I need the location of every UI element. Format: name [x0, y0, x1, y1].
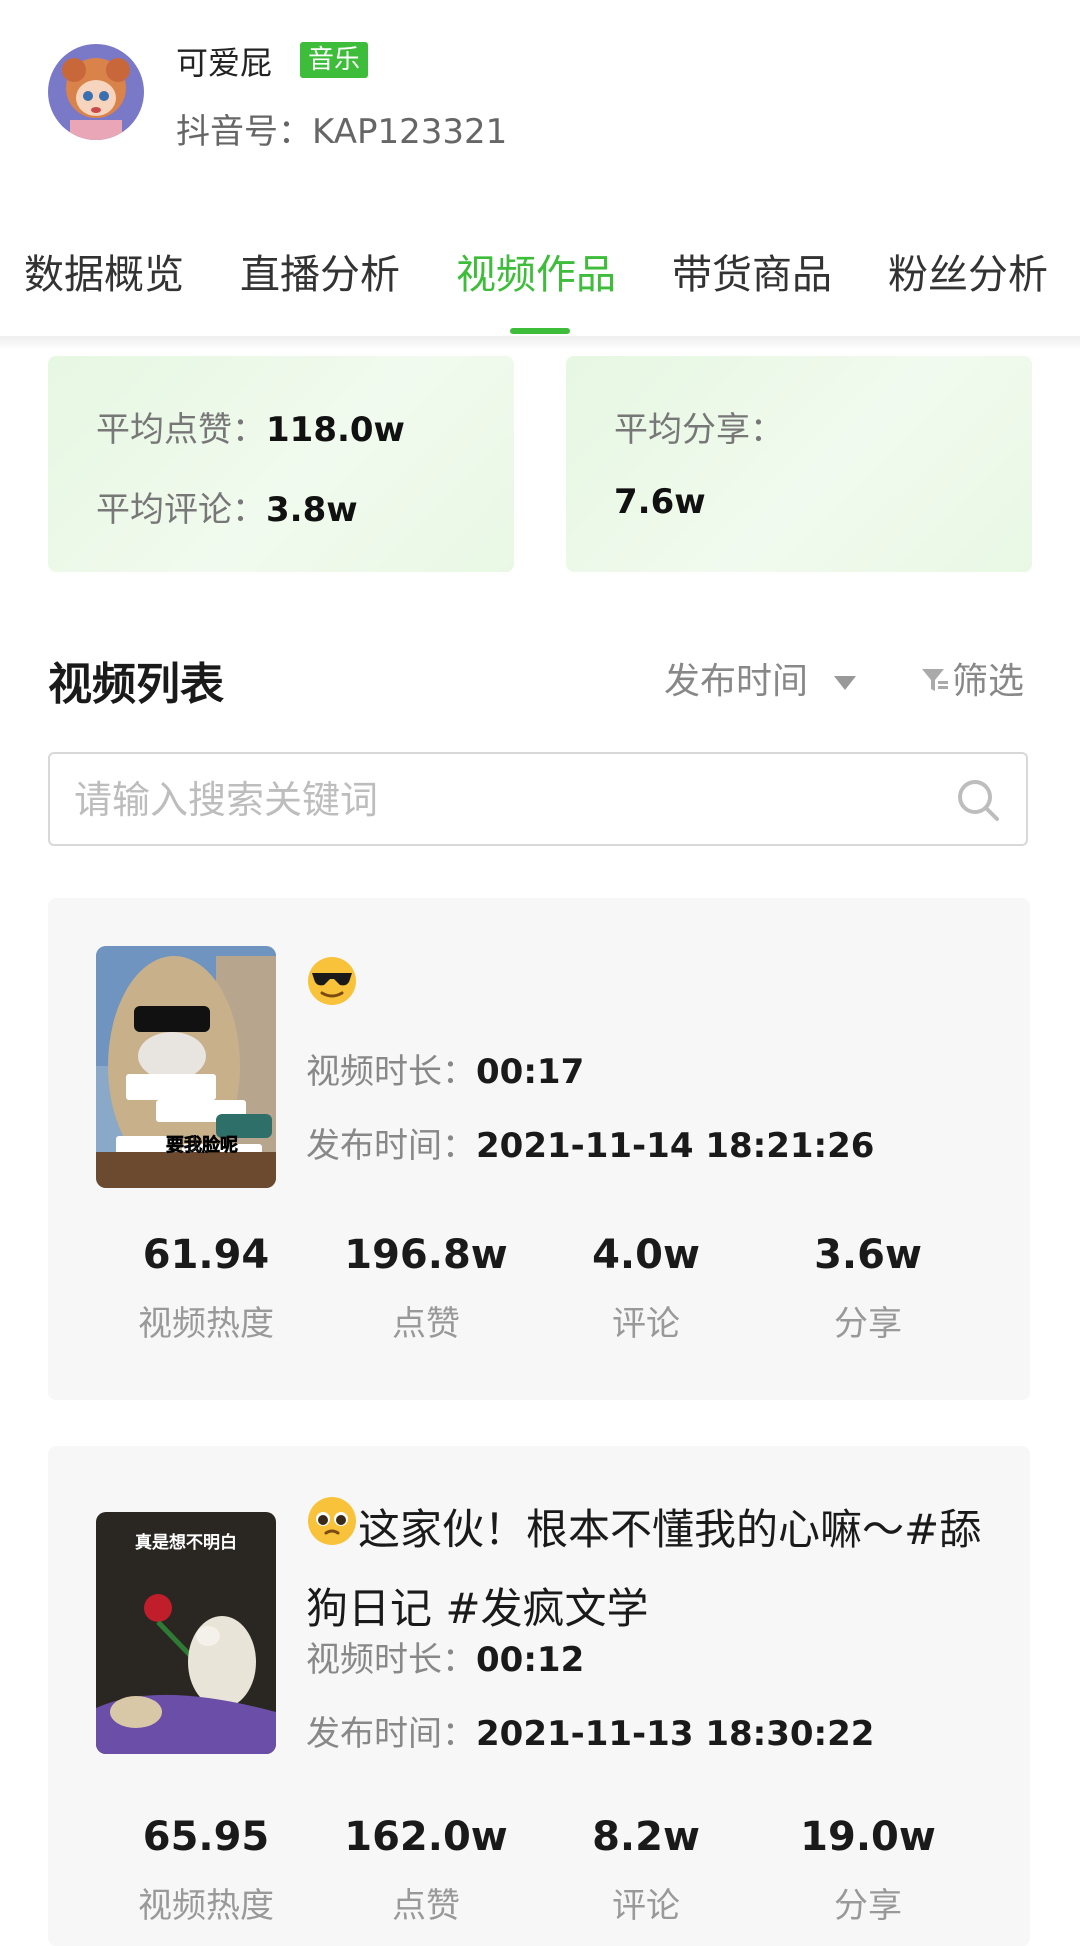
metric-comments-label: 评论 [612, 1304, 680, 1344]
video-list-title: 视频列表 [48, 659, 224, 710]
metric-shares-value: 3.6w [814, 1232, 922, 1278]
profile-header: 可爱屁 音乐 抖音号：KAP123321 [0, 0, 1080, 170]
duration-label: 视频时长： [306, 1640, 476, 1680]
metric-shares: 3.6w 分享 [758, 1232, 978, 1345]
duration-value: 00:12 [476, 1640, 585, 1680]
avg-comments-label: 平均评论： [96, 490, 266, 530]
avg-comments: 平均评论：3.8w [96, 482, 358, 531]
metric-likes-label: 点赞 [392, 1304, 460, 1344]
metric-shares-label: 分享 [834, 1304, 902, 1344]
publish-time-label: 发布时间： [306, 1126, 476, 1166]
tab-live-analysis[interactable]: 直播分析 [240, 242, 400, 300]
tab-fans-analysis[interactable]: 粉丝分析 [888, 242, 1048, 300]
stat-card-likes-comments: 平均点赞：118.0w 平均评论：3.8w [48, 356, 514, 572]
filter-button[interactable]: 筛选 [920, 652, 1024, 704]
metric-heat-value: 61.94 [142, 1232, 270, 1278]
publish-time-value: 2021-11-14 18:21:26 [476, 1126, 875, 1166]
filter-icon [920, 663, 950, 704]
tab-products[interactable]: 带货商品 [672, 242, 832, 300]
metric-comments-label: 评论 [612, 1886, 680, 1926]
metric-comments: 4.0w 评论 [536, 1232, 756, 1345]
metric-comments: 8.2w 评论 [536, 1814, 756, 1927]
metric-comments-value: 8.2w [592, 1814, 700, 1860]
avg-shares-label: 平均分享： [614, 410, 784, 450]
avg-shares-value-text: 7.6w [614, 482, 706, 522]
video-publish-time: 发布时间：2021-11-13 18:30:22 [306, 1706, 874, 1755]
metric-likes-label: 点赞 [392, 1886, 460, 1926]
video-title-text: 这家伙！根本不懂我的心嘛～#舔狗日记 #发疯文学 [306, 1505, 982, 1633]
pleading-face-emoji-icon [306, 1495, 358, 1571]
metric-likes: 162.0w 点赞 [316, 1814, 536, 1927]
metric-heat-label: 视频热度 [138, 1886, 274, 1926]
active-tab-indicator [510, 328, 570, 334]
avg-shares-value: 7.6w [614, 482, 706, 522]
video-thumbnail[interactable]: 真是想不明白 [96, 1512, 276, 1754]
metric-likes-value: 196.8w [344, 1232, 508, 1278]
publish-time-label: 发布时间： [306, 1714, 476, 1754]
douyin-id: 抖音号：KAP123321 [176, 112, 508, 152]
video-card[interactable]: 要我脸呢 视频时长：00:17 发布时间：2021-11-14 18:21:26… [48, 898, 1030, 1400]
video-thumbnail[interactable]: 要我脸呢 [96, 946, 276, 1188]
duration-value: 00:17 [476, 1052, 585, 1092]
metric-shares-value: 19.0w [800, 1814, 936, 1860]
metric-comments-value: 4.0w [592, 1232, 700, 1278]
metric-heat: 65.95 视频热度 [96, 1814, 316, 1927]
avg-likes-value: 118.0w [266, 410, 405, 450]
video-title [306, 952, 996, 1031]
category-badge: 音乐 [300, 42, 369, 78]
search-icon[interactable] [956, 778, 1000, 826]
video-publish-time: 发布时间：2021-11-14 18:21:26 [306, 1118, 874, 1167]
video-title: 这家伙！根本不懂我的心嘛～#舔狗日记 #发疯文学 [306, 1492, 996, 1647]
sunglasses-emoji-icon [306, 955, 358, 1031]
avg-likes-label: 平均点赞： [96, 410, 266, 450]
filter-label: 筛选 [952, 661, 1025, 702]
avatar[interactable] [48, 44, 144, 140]
tab-data-overview[interactable]: 数据概览 [24, 242, 184, 300]
tab-divider [0, 336, 1080, 350]
video-duration: 视频时长：00:12 [306, 1632, 584, 1681]
metric-shares: 19.0w 分享 [758, 1814, 978, 1927]
publish-time-value: 2021-11-13 18:30:22 [476, 1714, 875, 1754]
stat-card-shares: 平均分享： 7.6w [566, 356, 1032, 572]
tab-video-works[interactable]: 视频作品 [456, 242, 616, 300]
search-input[interactable] [72, 770, 916, 830]
duration-label: 视频时长： [306, 1052, 476, 1092]
tab-bar: 数据概览 直播分析 视频作品 带货商品 粉丝分析 [0, 232, 1080, 336]
metric-heat: 61.94 视频热度 [96, 1232, 316, 1345]
sort-label: 发布时间 [664, 661, 809, 702]
metric-heat-label: 视频热度 [138, 1304, 274, 1344]
thumbnail-caption: 真是想不明白 [135, 1532, 237, 1553]
sort-dropdown[interactable]: 发布时间 [664, 652, 857, 704]
metric-heat-value: 65.95 [142, 1814, 270, 1860]
search-box [48, 752, 1028, 846]
profile-name: 可爱屁 [176, 44, 273, 82]
video-card[interactable]: 真是想不明白 这家伙！根本不懂我的心嘛～#舔狗日记 #发疯文学 视频时长：00:… [48, 1446, 1030, 1946]
caret-down-icon [834, 676, 857, 690]
metric-likes: 196.8w 点赞 [316, 1232, 536, 1345]
avg-likes: 平均点赞：118.0w [96, 402, 405, 451]
thumbnail-caption: 要我脸呢 [166, 1134, 238, 1156]
metric-shares-label: 分享 [834, 1886, 902, 1926]
avg-comments-value: 3.8w [266, 490, 358, 530]
video-duration: 视频时长：00:17 [306, 1044, 584, 1093]
metric-likes-value: 162.0w [344, 1814, 508, 1860]
